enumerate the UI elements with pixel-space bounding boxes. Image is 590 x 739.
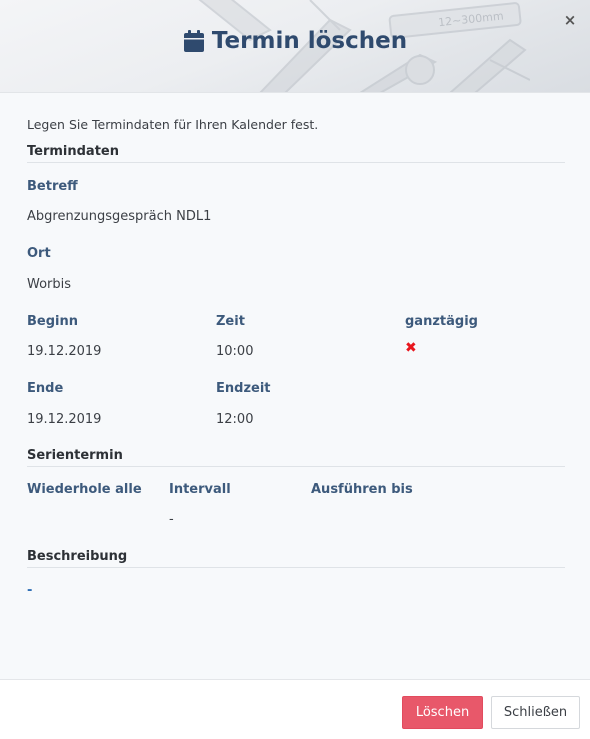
dialog-title: Termin löschen	[0, 28, 590, 54]
cross-icon: ✖	[405, 340, 417, 356]
delete-button[interactable]: Löschen	[402, 696, 483, 729]
zeit-label: Zeit	[216, 314, 245, 329]
beginn-value: 19.12.2019	[27, 344, 102, 359]
dialog-header: 12~300mm Termin löschen ×	[0, 0, 590, 93]
close-button[interactable]: Schließen	[491, 696, 580, 729]
delete-appointment-dialog: 12~300mm Termin löschen × Legen Sie Term…	[0, 0, 590, 739]
ausfuehren-label: Ausführen bis	[311, 482, 413, 497]
endzeit-value: 12:00	[216, 412, 254, 427]
close-icon[interactable]: ×	[562, 12, 578, 28]
intervall-label: Intervall	[169, 482, 231, 497]
intervall-value: -	[169, 512, 174, 527]
intro-text: Legen Sie Termindaten für Ihren Kalender…	[27, 117, 319, 132]
betreff-label: Betreff	[27, 179, 78, 194]
betreff-value: Abgrenzungsgespräch NDL1	[27, 209, 212, 224]
section-beschreibung: Beschreibung	[27, 549, 565, 568]
dialog-footer: Löschen Schließen	[0, 679, 590, 739]
wiederhole-label: Wiederhole alle	[27, 482, 142, 497]
ende-value: 19.12.2019	[27, 412, 102, 427]
ganztaegig-label: ganztägig	[405, 314, 478, 329]
calendar-icon	[183, 30, 204, 52]
section-serientermin: Serientermin	[27, 448, 565, 467]
dialog-title-text: Termin löschen	[211, 28, 408, 54]
beschreibung-value: -	[27, 583, 33, 598]
ort-label: Ort	[27, 246, 51, 261]
section-termindaten: Termindaten	[27, 144, 565, 163]
ort-value: Worbis	[27, 277, 72, 292]
endzeit-label: Endzeit	[216, 381, 271, 396]
beginn-label: Beginn	[27, 314, 78, 329]
zeit-value: 10:00	[216, 344, 254, 359]
ende-label: Ende	[27, 381, 64, 396]
